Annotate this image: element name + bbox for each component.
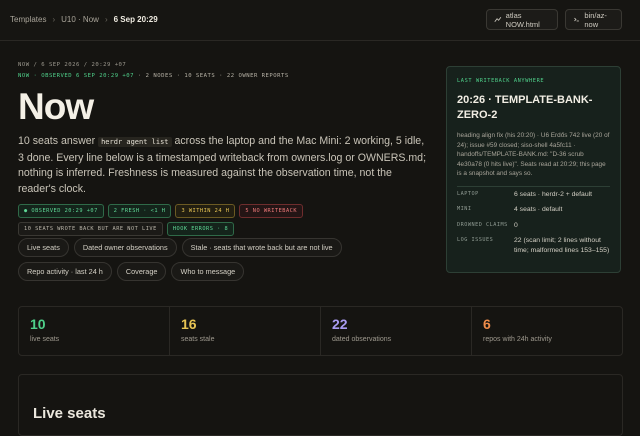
row-key: LAPTOP bbox=[457, 190, 479, 197]
stat-live-seats: 10 live seats bbox=[19, 307, 170, 355]
stat-repos-activity: 6 repos with 24h activity bbox=[472, 307, 622, 355]
writeback-title: 20:26 · TEMPLATE-BANK-ZERO-2 bbox=[457, 94, 593, 121]
meta-line: NOW / 6 SEP 2026 / 20:29 +07 bbox=[18, 62, 127, 68]
writeback-description: heading align fix (his 20:20) · U6 Erdős… bbox=[457, 132, 610, 177]
page-title: Now bbox=[18, 86, 94, 127]
tab-live-seats[interactable]: Live seats bbox=[18, 238, 69, 257]
writeback-row: MINI 4 seats · default bbox=[457, 202, 610, 218]
row-key: MINI bbox=[457, 206, 472, 212]
atlas-button[interactable]: atlas NOW.html bbox=[486, 9, 558, 30]
top-bar: Templates › U10 · Now › 6 Sep 20:29 atla… bbox=[0, 0, 640, 41]
atlas-button-label: atlas NOW.html bbox=[505, 10, 540, 29]
chart-icon bbox=[494, 16, 502, 23]
lead-command: herdr agent list bbox=[98, 137, 172, 147]
status-chip: 5 NO WRITEBACK bbox=[239, 204, 304, 218]
chevron-right-icon: › bbox=[52, 15, 56, 24]
writeback-row: LOG ISSUES 22 (scan limit; 2 lines witho… bbox=[457, 233, 610, 258]
tab-coverage[interactable]: Coverage bbox=[116, 262, 167, 281]
writeback-row: DROWNED CLAIMS 0 bbox=[457, 218, 610, 234]
stat-number: 22 bbox=[332, 316, 348, 332]
row-value: 6 seats · herdr-2 + default bbox=[514, 190, 593, 198]
chevron-right-icon: › bbox=[104, 15, 108, 24]
breadcrumb-u10-now[interactable]: U10 · Now bbox=[61, 15, 99, 24]
stat-label: seats stale bbox=[181, 336, 215, 343]
status-chip: HOOK ERRORS · 8 bbox=[166, 222, 235, 236]
stat-number: 16 bbox=[181, 316, 197, 332]
writeback-row: LAPTOP 6 seats · herdr-2 + default bbox=[457, 187, 610, 203]
stat-number: 10 bbox=[30, 316, 46, 332]
bin-button[interactable]: bin/az-now bbox=[565, 9, 622, 30]
breadcrumb-templates[interactable]: Templates bbox=[10, 15, 46, 24]
stat-label: repos with 24h activity bbox=[483, 336, 552, 343]
status-chip: 2 FRESH · <1 H bbox=[107, 204, 172, 218]
status-chip: 10 SEATS WROTE BACK BUT ARE NOT LIVE bbox=[18, 222, 163, 236]
writeback-label: LAST WRITEBACK ANYWHERE bbox=[457, 78, 545, 84]
writeback-rows: LAPTOP 6 seats · herdr-2 + default MINI … bbox=[457, 185, 610, 259]
observation-line: NOW · OBSERVED 6 SEP 20:29 +07 · 2 NODES… bbox=[18, 73, 289, 79]
observed-label: NOW · OBSERVED 6 SEP 20:29 +07 bbox=[18, 73, 135, 79]
row-key: LOG ISSUES bbox=[457, 237, 494, 243]
row-key: DROWNED CLAIMS bbox=[457, 221, 508, 228]
stats-strip: 10 live seats 16 seats stale 22 dated ob… bbox=[18, 306, 623, 356]
tab-stale[interactable]: Stale · seats that wrote back but are no… bbox=[181, 238, 342, 257]
terminal-icon bbox=[574, 17, 579, 22]
last-writeback-card: LAST WRITEBACK ANYWHERE 20:26 · TEMPLATE… bbox=[446, 66, 621, 273]
status-chips: ● OBSERVED 20:29 +07 2 FRESH · <1 H 3 WI… bbox=[18, 204, 428, 236]
stat-seats-stale: 16 seats stale bbox=[170, 307, 321, 355]
tab-who-to-message[interactable]: Who to message bbox=[171, 262, 245, 281]
row-value: 0 bbox=[514, 221, 518, 229]
row-value: 4 seats · default bbox=[514, 206, 563, 213]
status-chip: 3 WITHIN 24 H bbox=[175, 204, 236, 218]
observation-counts: · 2 NODES · 10 SEATS · 22 OWNER REPORTS bbox=[134, 73, 289, 79]
stat-label: dated observations bbox=[332, 336, 392, 343]
tab-dated-observations[interactable]: Dated owner observations bbox=[73, 238, 177, 257]
section-tabs: Live seats Dated owner observations Stal… bbox=[18, 238, 428, 281]
breadcrumb: Templates › U10 · Now › 6 Sep 20:29 bbox=[10, 15, 158, 24]
breadcrumb-current: 6 Sep 20:29 bbox=[113, 15, 158, 24]
lead-text-1: 10 seats answer bbox=[18, 135, 99, 147]
section-heading: Live seats bbox=[33, 405, 106, 422]
status-chip: ● OBSERVED 20:29 +07 bbox=[18, 204, 104, 218]
stat-label: live seats bbox=[30, 336, 60, 343]
lead-paragraph: 10 seats answer herdr agent list across … bbox=[18, 134, 426, 197]
live-seats-panel: Live seats bbox=[18, 374, 623, 436]
row-value: 22 (scan limit; 2 lines without time; ma… bbox=[514, 237, 610, 254]
stat-number: 6 bbox=[483, 316, 491, 332]
tab-repo-activity[interactable]: Repo activity · last 24 h bbox=[18, 262, 112, 281]
stat-dated-observations: 22 dated observations bbox=[321, 307, 472, 355]
bin-button-label: bin/az-now bbox=[584, 10, 607, 29]
